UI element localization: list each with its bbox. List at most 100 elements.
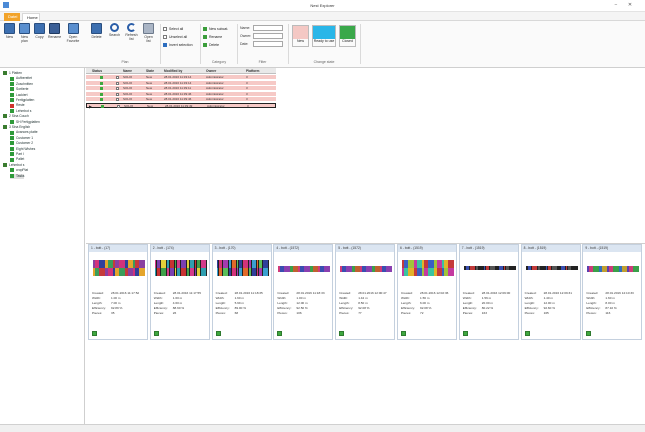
state-ready-button[interactable]: Ready to use: [312, 25, 336, 47]
tree-node-label: Aufbereitet: [16, 76, 32, 81]
col-modified[interactable]: Modified by: [164, 68, 182, 74]
tree-node[interactable]: Sortierte: [10, 87, 28, 92]
new-plan-button[interactable]: New plan: [18, 23, 31, 49]
invert-selection-button[interactable]: Invert selection: [163, 42, 193, 48]
nest-card[interactable]: 1 - bott - (17) Created: 28.01.2016 11:17:…: [88, 244, 148, 340]
delete-button[interactable]: Delete: [90, 23, 103, 49]
tree-node[interactable]: Tasks: [10, 173, 25, 179]
nest-card[interactable]: 7 - bott - (1519) Created: 28.01.2016 12:0…: [458, 244, 519, 340]
nest-card-length-label: Length:: [462, 301, 474, 305]
search-button[interactable]: Search: [108, 23, 121, 49]
tree-node[interactable]: Customer 1: [10, 136, 33, 141]
nest-card-pieces-label: Pieces:: [401, 311, 412, 315]
nest-card[interactable]: 5 - bott - (1572) Created: 28.01.2016 12:0…: [335, 244, 396, 340]
col-platform[interactable]: Platform: [246, 68, 259, 74]
status-ok-icon: [277, 331, 283, 336]
table-row[interactable]: SOLOI New 28.01.2016 11:39:46 Administrator…: [86, 97, 276, 102]
nest-card-created-value: 28.01.2016 12:09:00: [481, 291, 511, 295]
select-all-button[interactable]: Select all: [163, 26, 183, 32]
table-row[interactable]: SOLOI New 28.01.2016 11:33:14 Administrator…: [86, 80, 276, 86]
filter-name-input[interactable]: [253, 25, 283, 31]
new-button[interactable]: New: [3, 23, 16, 49]
nest-card[interactable]: 3 - bott - (170) Created: 28.01.2016 11:18…: [211, 244, 272, 340]
tree-node[interactable]: Pallet: [10, 157, 24, 162]
nest-card-header: 6 - bott - (1519): [398, 245, 456, 252]
tree-node[interactable]: SH Fertigplatten: [10, 120, 40, 125]
tree-node[interactable]: 2 Sina Couch: [3, 114, 29, 119]
nest-card-pieces-label: Pieces:: [277, 311, 288, 315]
nest-card-pieces: Pieces: 68: [216, 311, 272, 316]
new-subcat-button[interactable]: New subcat.: [203, 26, 228, 32]
col-status[interactable]: Status: [92, 68, 102, 74]
state-new-button[interactable]: New: [292, 25, 309, 47]
table-row[interactable]: SOLOI New 28.01.2016 11:33:14 Administrator…: [86, 75, 276, 80]
nest-card-efficiency: Efficiency: 92.60 %: [525, 306, 581, 311]
nest-card[interactable]: 2 - bott - (174) Created: 28.01.2016 11:17…: [149, 244, 210, 340]
minimize-button[interactable]: −: [612, 2, 620, 8]
table-row[interactable]: SOLOI New 28.01.2016 11:39:46 Administrator…: [86, 91, 276, 97]
nest-card-created: Created: 28.01.2016 12:09:00: [463, 291, 519, 296]
refresh-button[interactable]: Refresh list: [125, 23, 138, 49]
tree-node[interactable]: Aufbereitet: [10, 76, 32, 81]
nest-card-width-value: 1.00 m: [296, 296, 306, 300]
open-favorite-button[interactable]: Open Favorite: [65, 23, 81, 49]
tree-node[interactable]: 1 Platten: [3, 71, 22, 76]
nest-card-pieces: Pieces: 72: [401, 311, 457, 316]
cell-platform: 3: [246, 86, 248, 90]
unselect-all-button[interactable]: Unselect all: [163, 34, 187, 40]
nest-card-header: 2 - bott - (174): [150, 245, 209, 252]
ribbon-separator: [160, 24, 161, 64]
nest-card-created: Created: 28.01.2016 12:02:36: [401, 291, 457, 296]
table-row[interactable]: SOLOI New 28.01.2016 11:39:11 Administrator…: [86, 86, 276, 91]
close-button[interactable]: ✕: [626, 2, 634, 8]
col-owner[interactable]: Owner: [206, 68, 216, 74]
row-checkbox[interactable]: [116, 76, 119, 79]
tree-node[interactable]: Lehmbot s: [3, 163, 24, 168]
row-checkbox[interactable]: [117, 104, 120, 108]
tree-node[interactable]: 3 Sina English: [3, 125, 30, 130]
nest-card-length-label: Length:: [339, 301, 350, 305]
tree-node[interactable]: Customer 2: [10, 141, 33, 146]
tree-node[interactable]: Lehmbot s: [10, 109, 31, 114]
nest-card-pieces-value: 77: [358, 311, 362, 315]
open-list-button[interactable]: Open list: [142, 23, 155, 49]
rename-category-button[interactable]: Rename: [203, 34, 222, 40]
state-ready-label: Ready to use: [313, 39, 335, 43]
tree-node[interactable]: cropPlat: [10, 168, 28, 173]
trash-icon: [143, 23, 154, 34]
filter-owner-input[interactable]: [253, 33, 283, 39]
nest-card[interactable]: 9 - bott - (1519) Created: 28.01.2016 12:1…: [582, 244, 643, 340]
tree-node[interactable]: Zuschnitten: [10, 82, 33, 87]
tree-node[interactable]: Avances platte: [10, 130, 38, 135]
filter-date-input[interactable]: [253, 41, 283, 47]
col-state[interactable]: State: [146, 68, 154, 74]
row-checkbox[interactable]: [116, 87, 119, 90]
tree-node[interactable]: Reste: [10, 103, 25, 108]
state-closed-button[interactable]: Closed: [339, 25, 356, 47]
tab-file[interactable]: Datei: [4, 13, 20, 21]
folder-icon: [10, 146, 14, 151]
col-name[interactable]: Name: [123, 68, 132, 74]
cell-state: New: [147, 103, 154, 108]
delete-category-button[interactable]: Delete: [203, 42, 219, 48]
tree-node[interactable]: Fertigplatten: [10, 98, 34, 103]
nest-card[interactable]: 6 - bott - (1519) Created: 28.01.2016 12:0…: [397, 244, 457, 340]
ribbon-separator: [288, 24, 289, 64]
rename-button[interactable]: Rename: [48, 23, 61, 49]
nest-card-created-label: Created:: [524, 291, 537, 295]
nest-card-width: Width: 1.00 m: [92, 296, 148, 301]
table-row[interactable]: ▶ SOLOI New 28.01.2016 11:39:49 Administrato…: [86, 102, 276, 109]
tree-node[interactable]: Part I: [10, 152, 24, 157]
nest-card-pieces: Pieces: 116: [586, 311, 642, 316]
nest-card[interactable]: 4 - bott - (1572) Created: 28.01.2016 11:1…: [273, 244, 334, 340]
nest-card[interactable]: 8 - bott - (1519) Created: 28.01.2016 12:0…: [520, 244, 581, 340]
tree-node[interactable]: Lackiert: [10, 93, 28, 98]
row-checkbox[interactable]: [116, 81, 119, 85]
invert-icon: [163, 43, 167, 48]
nest-card-length: Length: 7.00 m: [92, 301, 148, 306]
tab-home[interactable]: Home: [22, 13, 40, 21]
row-checkbox[interactable]: [116, 98, 119, 101]
tree-node[interactable]: Eight Wishes: [10, 147, 35, 152]
copy-button[interactable]: Copy: [33, 23, 46, 49]
row-checkbox[interactable]: [116, 92, 119, 96]
